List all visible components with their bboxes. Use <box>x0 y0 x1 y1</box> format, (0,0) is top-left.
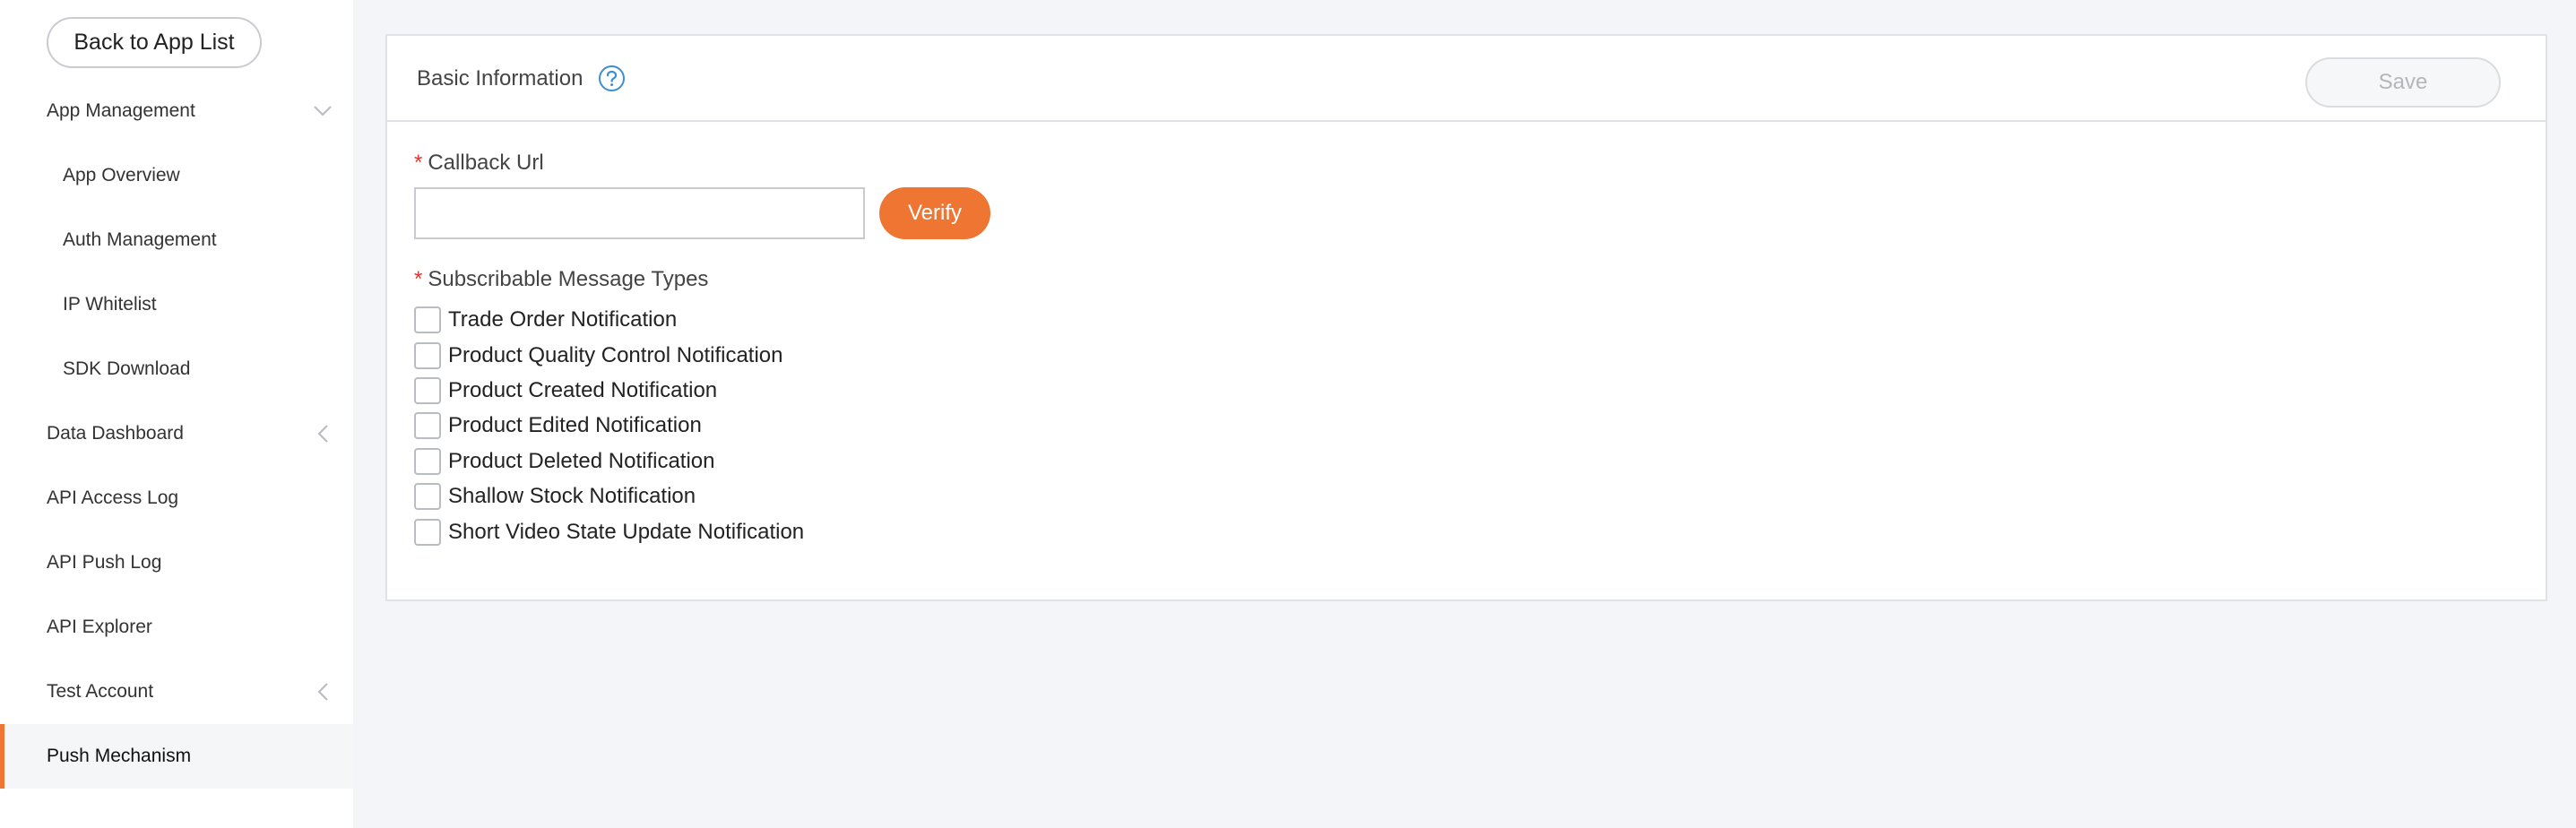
sidebar-item-api-explorer[interactable]: API Explorer <box>0 595 353 660</box>
sidebar-item-app-overview[interactable]: App Overview <box>0 143 353 208</box>
required-mark: * <box>414 267 423 291</box>
message-types-label-text: Subscribable Message Types <box>428 267 709 291</box>
save-button[interactable]: Save <box>2305 57 2501 108</box>
sidebar-item-label: Test Account <box>47 681 154 702</box>
chevron-left-icon <box>312 681 333 703</box>
message-types-label: * Subscribable Message Types <box>414 267 708 292</box>
sidebar-item-api-access-log[interactable]: API Access Log <box>0 466 353 530</box>
checkbox[interactable] <box>414 306 441 333</box>
sidebar-item-label: API Explorer <box>47 617 152 637</box>
sidebar-item-auth-management[interactable]: Auth Management <box>0 208 353 272</box>
checkbox-label: Short Video State Update Notification <box>448 520 805 544</box>
callback-url-label-text: Callback Url <box>428 151 544 175</box>
verify-button[interactable]: Verify <box>879 187 990 239</box>
checkbox[interactable] <box>414 377 441 404</box>
checkbox[interactable] <box>414 412 441 439</box>
sidebar-item-label: Push Mechanism <box>47 746 192 766</box>
checkbox[interactable] <box>414 342 441 369</box>
back-to-app-list-button[interactable]: Back to App List <box>47 17 262 68</box>
checkbox-label: Shallow Stock Notification <box>448 484 696 508</box>
checkbox-label: Trade Order Notification <box>448 307 678 332</box>
checkbox-short-video-state-update-notification[interactable]: Short Video State Update Notification <box>414 517 804 548</box>
checkbox-product-deleted-notification[interactable]: Product Deleted Notification <box>414 446 715 477</box>
chevron-left-icon <box>312 423 333 444</box>
checkbox-trade-order-notification[interactable]: Trade Order Notification <box>414 305 677 335</box>
sidebar-item-data-dashboard[interactable]: Data Dashboard <box>0 401 353 466</box>
sidebar-item-label: API Push Log <box>47 552 162 573</box>
sidebar-item-label: IP Whitelist <box>63 294 157 315</box>
checkbox-shallow-stock-notification[interactable]: Shallow Stock Notification <box>414 481 696 512</box>
checkbox[interactable] <box>414 519 441 546</box>
sidebar-item-ip-whitelist[interactable]: IP Whitelist <box>0 272 353 337</box>
checkbox-label: Product Created Notification <box>448 378 718 402</box>
question-circle-icon[interactable] <box>598 65 626 92</box>
checkbox-product-created-notification[interactable]: Product Created Notification <box>414 375 717 406</box>
sidebar-item-label: Data Dashboard <box>47 423 184 444</box>
basic-information-panel: Basic Information Save * Callback Url Ver… <box>385 34 2547 601</box>
sidebar-item-label: App Overview <box>63 165 180 185</box>
sidebar-item-api-push-log[interactable]: API Push Log <box>0 530 353 595</box>
sidebar-item-label: SDK Download <box>63 358 191 379</box>
sidebar-item-test-account[interactable]: Test Account <box>0 660 353 724</box>
checkbox-label: Product Edited Notification <box>448 413 702 437</box>
sidebar: Back to App List App Management App Over… <box>0 0 353 828</box>
panel-title: Basic Information <box>417 66 583 91</box>
callback-url-input[interactable] <box>414 187 865 239</box>
checkbox-product-quality-control-notification[interactable]: Product Quality Control Notification <box>414 341 783 371</box>
sidebar-item-label: Auth Management <box>63 229 217 250</box>
callback-url-label: * Callback Url <box>414 151 544 176</box>
required-mark: * <box>414 151 423 175</box>
checkbox[interactable] <box>414 483 441 510</box>
checkbox-product-edited-notification[interactable]: Product Edited Notification <box>414 410 702 441</box>
panel-header: Basic Information Save <box>387 36 2546 122</box>
checkbox-label: Product Deleted Notification <box>448 449 715 473</box>
sidebar-item-push-mechanism[interactable]: Push Mechanism <box>0 724 353 789</box>
sidebar-item-label: API Access Log <box>47 487 179 508</box>
sidebar-item-sdk-download[interactable]: SDK Download <box>0 337 353 401</box>
checkbox-label: Product Quality Control Notification <box>448 343 783 367</box>
sidebar-item-app-management[interactable]: App Management <box>0 79 353 143</box>
sidebar-item-label: App Management <box>47 100 195 121</box>
checkbox[interactable] <box>414 448 441 475</box>
chevron-down-icon <box>312 100 333 122</box>
